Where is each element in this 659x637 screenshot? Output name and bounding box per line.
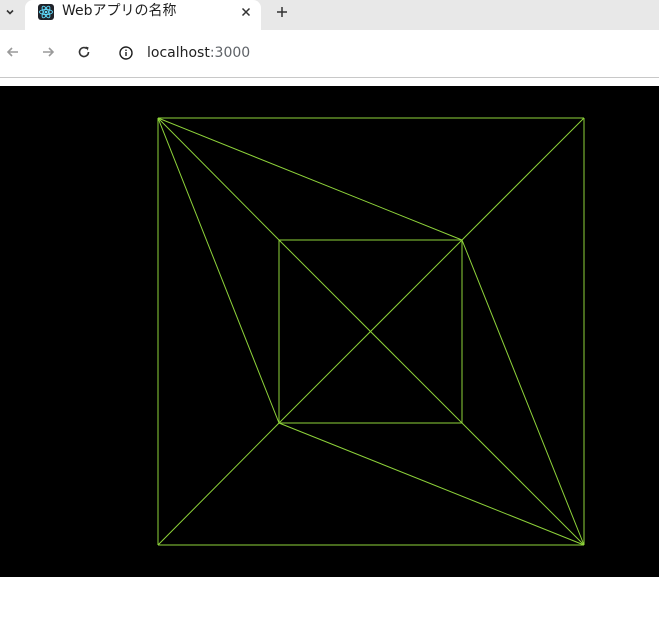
browser-toolbar: localhost:3000 (0, 30, 659, 78)
tab-title: Webアプリの名称 (62, 3, 177, 19)
info-icon[interactable] (119, 46, 133, 60)
url-text: localhost:3000 (147, 45, 250, 61)
wire-edge-br-inner-br (461, 422, 585, 546)
wire-edge-tr-inner-tr (461, 117, 585, 241)
wire-edge-bl-inner-bl (157, 422, 280, 546)
url-port: :3000 (209, 45, 251, 61)
render-canvas[interactable] (0, 86, 659, 577)
page-viewport (0, 78, 659, 637)
wire-edge-tl-inner-bl (157, 117, 280, 424)
react-icon (38, 4, 54, 20)
wireframe-drawing (0, 86, 659, 577)
wire-edge-br-inner-tr (461, 239, 585, 546)
tab-bar: Webアプリの名称 (0, 0, 659, 30)
arrow-left-icon (6, 47, 18, 57)
plus-icon (277, 7, 287, 17)
close-icon[interactable] (236, 2, 256, 22)
arrow-right-icon (43, 47, 55, 57)
address-bar[interactable]: localhost:3000 (108, 38, 659, 68)
wire-edge-tl-inner-tl (157, 117, 280, 241)
wire-edge-tl-inner-tr (157, 117, 463, 241)
reload-button[interactable] (74, 42, 94, 62)
url-host: localhost (147, 45, 210, 61)
forward-button[interactable] (38, 42, 58, 62)
new-tab-button[interactable] (271, 1, 293, 23)
reload-icon (78, 46, 90, 58)
back-button[interactable] (3, 42, 23, 62)
tab-list-button[interactable] (0, 0, 20, 24)
browser-tab[interactable]: Webアプリの名称 (25, 0, 261, 30)
wire-edge-br-inner-bl (278, 422, 585, 546)
chevron-down-icon (6, 9, 14, 15)
